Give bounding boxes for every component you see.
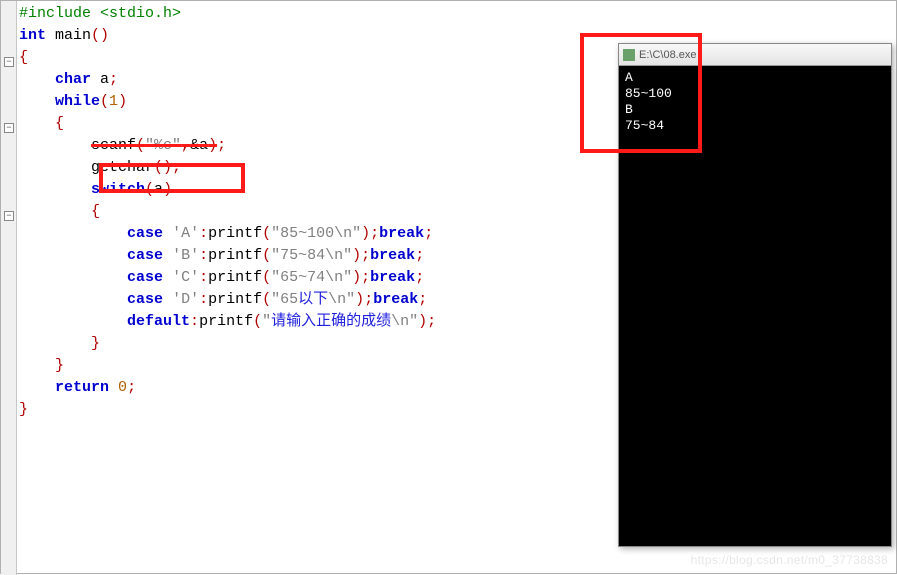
keyword-return: return <box>55 379 109 396</box>
console-line: A <box>625 70 633 85</box>
brace-open: { <box>91 203 100 220</box>
fold-toggle[interactable] <box>4 211 14 221</box>
string-D-pre: "65 <box>271 291 298 308</box>
paren: ( <box>100 93 109 110</box>
console-app-icon <box>623 49 635 61</box>
keyword-char: char <box>55 71 91 88</box>
fold-toggle[interactable] <box>4 123 14 133</box>
keyword-while: while <box>55 93 100 110</box>
brace-close: } <box>19 401 28 418</box>
paren: () <box>91 27 109 44</box>
string-C: "65~74\n" <box>271 269 352 286</box>
console-line: B <box>625 102 633 117</box>
semicolon: ; <box>109 71 118 88</box>
editor-gutter <box>1 1 17 575</box>
console-window[interactable]: E:\C\08.exe A 85~100 B 75~84 <box>618 43 892 547</box>
paren: () <box>154 159 172 176</box>
paren: ) <box>118 93 127 110</box>
char-literal-A: 'A' <box>172 225 199 242</box>
identifier-main: main <box>55 27 91 44</box>
keyword-case: case <box>127 225 163 242</box>
brace-open: { <box>19 49 28 66</box>
keyword-default: default <box>127 313 190 330</box>
brace-open: { <box>55 115 64 132</box>
decl-a: a <box>91 71 109 88</box>
char-literal-C: 'C' <box>172 269 199 286</box>
number-zero: 0 <box>118 379 127 396</box>
string-def-cn: 请输入正确的成绩 <box>271 313 391 330</box>
code-editor-frame: #include <stdio.h> int main() { char a; … <box>0 0 897 574</box>
semicolon: ; <box>172 159 181 176</box>
string-B: "75~84\n" <box>271 247 352 264</box>
string-def-pre: " <box>262 313 271 330</box>
call-getchar: getchar <box>91 159 154 176</box>
console-line: 75~84 <box>625 118 664 133</box>
string-D-cn: 以下 <box>298 291 328 308</box>
console-line: 85~100 <box>625 86 672 101</box>
char-literal-B: 'B' <box>172 247 199 264</box>
keyword-switch: switch <box>91 181 145 198</box>
keyword-int: int <box>19 27 46 44</box>
watermark-text: https://blog.csdn.net/m0_37738838 <box>691 553 888 567</box>
console-titlebar[interactable]: E:\C\08.exe <box>619 44 891 66</box>
string-A: "85~100\n" <box>271 225 361 242</box>
brace-close: } <box>91 335 100 352</box>
paren: ( <box>145 181 154 198</box>
switch-var: a <box>154 181 163 198</box>
code-area[interactable]: #include <stdio.h> int main() { char a; … <box>19 3 436 421</box>
string-D-post: \n" <box>328 291 355 308</box>
strikethrough-scanf: scanf("%c",&a) <box>91 137 217 154</box>
console-output: A 85~100 B 75~84 <box>619 66 891 138</box>
preprocessor-line: #include <stdio.h> <box>19 5 181 22</box>
console-title: E:\C\08.exe <box>639 49 696 61</box>
brace-close: } <box>55 357 64 374</box>
number-one: 1 <box>109 93 118 110</box>
paren: ) <box>163 181 172 198</box>
string-def-post: \n" <box>391 313 418 330</box>
char-literal-D: 'D' <box>172 291 199 308</box>
fold-toggle[interactable] <box>4 57 14 67</box>
